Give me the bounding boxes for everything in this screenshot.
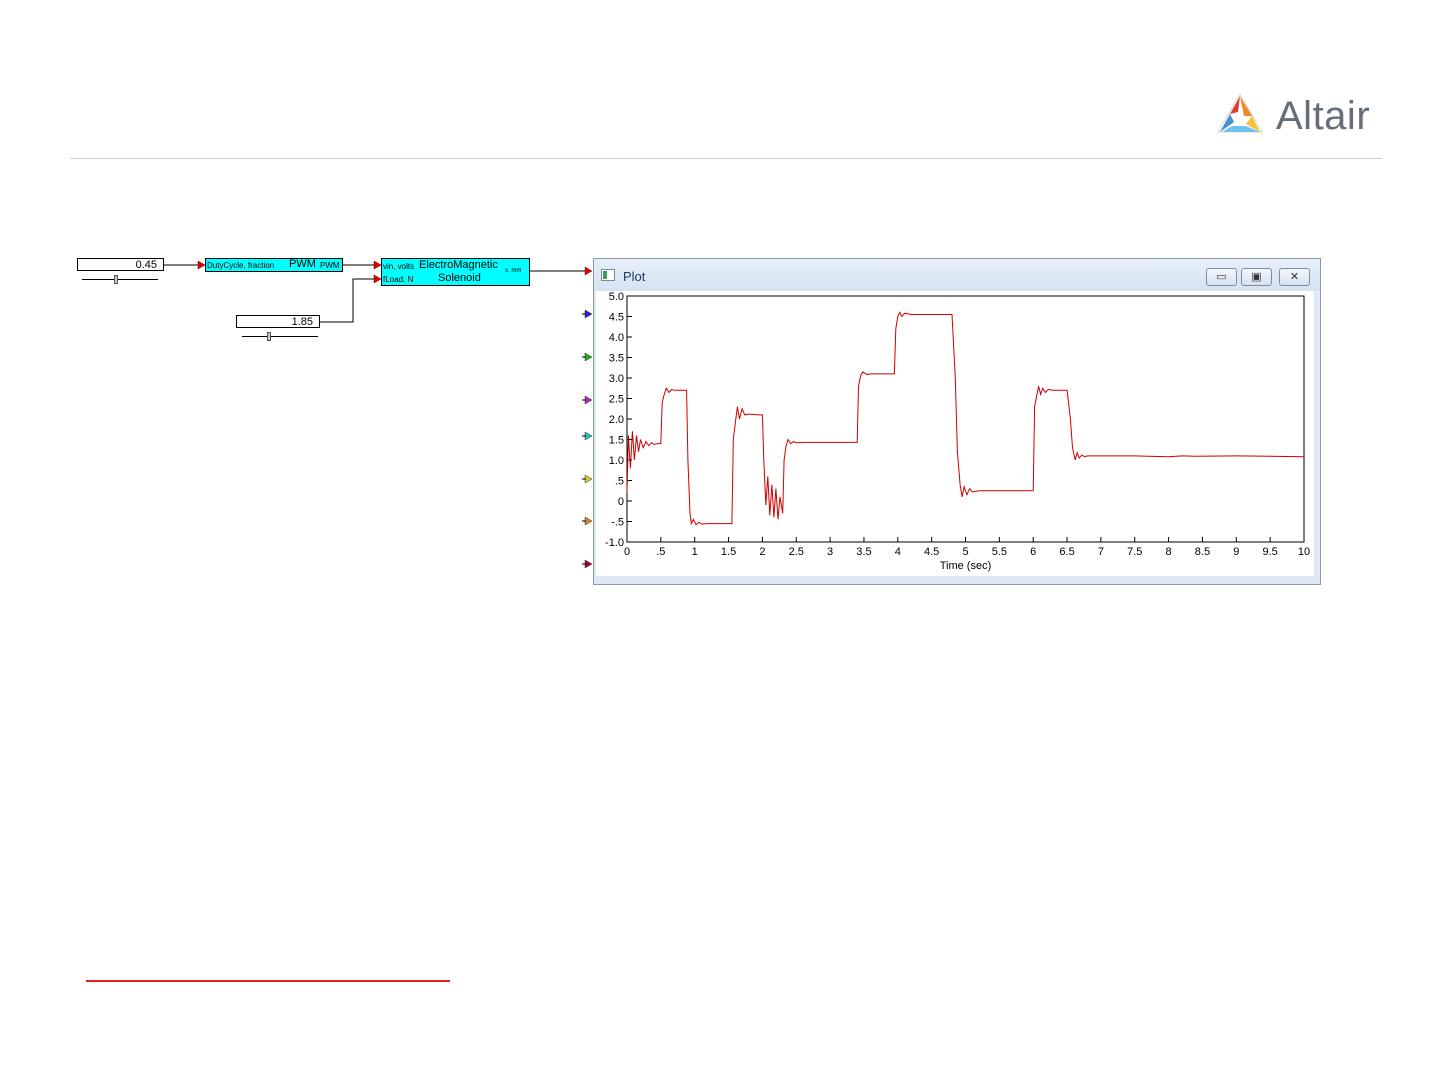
plot-input-port-6[interactable] (584, 474, 593, 484)
altair-logo: Altair (1216, 92, 1386, 142)
x-tick-label: 3.5 (856, 546, 871, 558)
x-tick-label: 5 (962, 546, 968, 558)
x-tick-label: 7 (1098, 546, 1104, 558)
solenoid-block[interactable]: vin, volts fLoad, N ElectroMagnetic Sole… (381, 258, 530, 286)
duty-slider-track[interactable] (82, 279, 158, 280)
x-tick-label: 1 (692, 546, 698, 558)
x-tick-label: 0 (624, 546, 630, 558)
y-tick-label: 1.0 (609, 455, 624, 467)
x-tick-label: 9.5 (1263, 546, 1278, 558)
y-tick-label: -.5 (611, 517, 624, 529)
plot-area[interactable]: 5.0 4.5 4.0 3.5 3.0 2.5 2.0 1.5 1.0 .5 0 -.5 -1.0 0.… (596, 291, 1314, 576)
y-tick-label: 1.5 (609, 435, 624, 447)
plot-frame (626, 295, 1305, 543)
x-tick-label: 9 (1233, 546, 1239, 558)
plot-input-port-3[interactable] (584, 352, 593, 362)
plot-input-ports (582, 266, 593, 569)
x-axis-label: Time (sec) (940, 560, 992, 572)
plot-input-port-8[interactable] (584, 559, 593, 569)
footer-divider (86, 980, 450, 982)
plot-window-icon (601, 269, 615, 281)
plot-input-port-2[interactable] (584, 309, 593, 319)
x-tick-label: .5 (656, 546, 665, 558)
diagram-wires (164, 260, 593, 569)
duty-constant-box[interactable]: 0.45 (77, 258, 164, 271)
x-tick-label: 4.5 (924, 546, 939, 558)
plot-input-port-4[interactable] (584, 395, 593, 405)
x-tick-label: 6 (1030, 546, 1036, 558)
wire-load-to-solenoid (320, 278, 374, 323)
x-tick-label: 1.5 (721, 546, 736, 558)
plot-window-title: Plot (623, 269, 646, 284)
pwm-title: PWM (289, 258, 316, 270)
y-tick-label: 3.0 (609, 373, 624, 385)
plot-titlebar[interactable]: Plot ▭ ▣ ✕ (594, 259, 1320, 291)
series-line (626, 311, 1305, 526)
solenoid-fload-label: fLoad, N (383, 275, 414, 284)
x-tick-label: 7.5 (1127, 546, 1142, 558)
restore-button[interactable]: ▣ (1241, 268, 1272, 286)
y-tick-label: 4.0 (609, 332, 624, 344)
plot-input-port-7[interactable] (584, 516, 593, 526)
y-tick-label: 3.5 (609, 353, 624, 365)
x-tick-label: 2.5 (789, 546, 804, 558)
port-arrow-pwm-in (197, 260, 206, 270)
x-tick-label: 8.5 (1195, 546, 1210, 558)
x-tick-label: 5.5 (992, 546, 1007, 558)
pwm-output-label: PWM (320, 261, 340, 270)
port-arrow-fload (373, 274, 382, 284)
solenoid-output-label: x, mm (505, 268, 522, 274)
solenoid-vin-label: vin, volts (383, 262, 415, 271)
pwm-block[interactable]: DutyCycle, fraction PWM PWM (205, 258, 343, 272)
x-tick-label: 4 (895, 546, 901, 558)
minimize-button[interactable]: ▭ (1206, 268, 1237, 286)
x-tick-label: 3 (827, 546, 833, 558)
plot-input-port-5[interactable] (584, 431, 593, 441)
solenoid-title-line1: ElectroMagnetic (419, 259, 498, 271)
pwm-input-label: DutyCycle, fraction (207, 261, 275, 270)
close-button[interactable]: ✕ (1279, 268, 1310, 286)
load-constant-box[interactable]: 1.85 (236, 315, 320, 328)
y-tick-label: 4.5 (609, 312, 624, 324)
solenoid-title-line2: Solenoid (438, 272, 481, 284)
y-tick-label: 0 (618, 496, 624, 508)
block-diagram: 0.45 1.85 DutyCycle, fraction PWM PWM vi… (0, 0, 600, 600)
chart-svg: 5.0 4.5 4.0 3.5 3.0 2.5 2.0 1.5 1.0 .5 0 -.5 -1.0 0.… (605, 291, 1310, 572)
y-tick-label: -1.0 (605, 537, 624, 549)
altair-logo-icon (1217, 93, 1263, 133)
x-tick-label: 6.5 (1059, 546, 1074, 558)
plot-input-port-1[interactable] (584, 266, 593, 276)
x-tick-label: 2 (759, 546, 765, 558)
duty-slider-thumb[interactable] (114, 275, 119, 284)
y-tick-label: .5 (615, 476, 624, 488)
y-tick-label: 2.5 (609, 394, 624, 406)
y-tick-label: 5.0 (609, 291, 624, 303)
load-slider-track[interactable] (242, 336, 318, 337)
plot-window[interactable]: Plot ▭ ▣ ✕ 5.0 4.5 4.0 3.5 3.0 2.5 2.0 1.5 1.0.5… (593, 258, 1321, 585)
altair-wordmark: Altair (1276, 94, 1371, 138)
x-tick-label: 8 (1166, 546, 1172, 558)
load-slider-thumb[interactable] (267, 332, 272, 341)
y-tick-label: 2.0 (609, 414, 624, 426)
port-arrow-vin (373, 260, 382, 270)
x-tick-label: 10 (1298, 546, 1310, 558)
